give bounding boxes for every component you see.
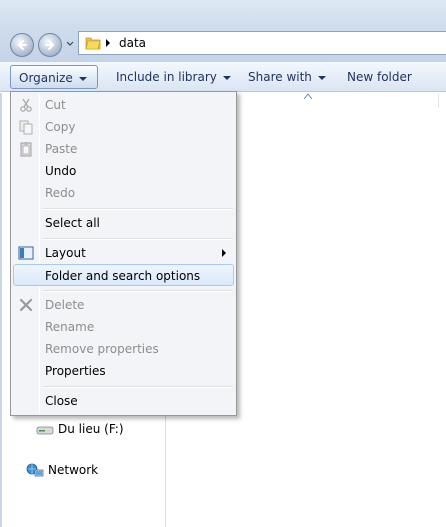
- new-folder-label: New folder: [347, 70, 412, 84]
- scissors-icon: [20, 98, 32, 112]
- menu-separator: [43, 290, 233, 292]
- menu-item-cut[interactable]: Cut: [13, 94, 234, 116]
- menu-item-label: Select all: [45, 216, 100, 230]
- address-field[interactable]: data: [78, 31, 446, 55]
- menu-item-rename[interactable]: Rename: [13, 316, 234, 338]
- forward-button[interactable]: [38, 33, 62, 57]
- menu-item-label: Cut: [45, 98, 66, 112]
- chevron-down-icon: [222, 75, 231, 80]
- organize-label: Organize: [19, 71, 73, 85]
- organize-menu: Cut Copy Paste Undo Redo Select all Layo…: [10, 91, 237, 416]
- menu-item-close[interactable]: Close: [13, 390, 234, 412]
- submenu-arrow-icon: [222, 249, 226, 257]
- menu-item-label: Close: [45, 394, 78, 408]
- menu-item-label: Remove properties: [45, 342, 159, 356]
- menu-item-label: Rename: [45, 320, 95, 334]
- menu-item-paste[interactable]: Paste: [13, 138, 234, 160]
- new-folder-button[interactable]: New folder: [339, 65, 420, 89]
- menu-item-label: Delete: [45, 298, 85, 312]
- menu-item-label: Copy: [45, 120, 76, 134]
- delete-x-icon: [19, 298, 33, 312]
- menu-item-redo[interactable]: Redo: [13, 182, 234, 204]
- recent-pages-chevron-icon[interactable]: [66, 40, 74, 48]
- menu-separator: [43, 386, 233, 388]
- include-in-library-label: Include in library: [116, 70, 217, 84]
- menu-item-folder-search-options[interactable]: Folder and search options: [13, 264, 234, 286]
- forward-arrow-icon: [45, 40, 55, 50]
- sort-ascending-icon: [304, 93, 312, 99]
- menu-separator: [43, 238, 233, 240]
- menu-item-label: Properties: [45, 364, 106, 378]
- chevron-down-icon: [317, 75, 326, 80]
- back-arrow-icon: [17, 40, 27, 50]
- organize-button[interactable]: Organize: [10, 65, 98, 89]
- menu-item-label: Redo: [45, 186, 76, 200]
- menu-separator: [43, 208, 233, 210]
- share-with-label: Share with: [248, 70, 312, 84]
- column-header-divider[interactable]: [438, 94, 439, 108]
- network-icon: [26, 463, 44, 477]
- menu-item-label: Folder and search options: [45, 269, 201, 283]
- copy-icon: [19, 120, 33, 135]
- clipboard-icon: [20, 142, 32, 157]
- window-left-edge: [0, 93, 2, 527]
- folder-icon: [85, 37, 101, 50]
- menu-item-copy[interactable]: Copy: [13, 116, 234, 138]
- menu-item-label: Paste: [45, 142, 78, 156]
- share-with-button[interactable]: Share with: [240, 65, 334, 89]
- chevron-down-icon: [78, 76, 87, 81]
- menu-item-remove-properties[interactable]: Remove properties: [13, 338, 234, 360]
- breadcrumb-separator-icon[interactable]: [105, 39, 111, 47]
- hard-drive-icon: [36, 426, 54, 435]
- menu-item-label: Layout: [45, 246, 86, 260]
- menu-item-delete[interactable]: Delete: [13, 294, 234, 316]
- menu-item-label: Undo: [45, 164, 77, 178]
- menu-item-properties[interactable]: Properties: [13, 360, 234, 382]
- nav-item-label: Network: [48, 463, 99, 477]
- menu-item-select-all[interactable]: Select all: [13, 212, 234, 234]
- layout-icon: [18, 246, 34, 260]
- include-in-library-button[interactable]: Include in library: [108, 65, 239, 89]
- menu-item-layout[interactable]: Layout: [13, 242, 234, 264]
- address-bar-area: data: [0, 0, 446, 62]
- menu-item-undo[interactable]: Undo: [13, 160, 234, 182]
- command-bar: Organize Include in library Share with N…: [0, 62, 446, 92]
- nav-item-label: Du lieu (F:): [58, 422, 124, 436]
- breadcrumb-current[interactable]: data: [119, 36, 146, 50]
- back-button[interactable]: [10, 33, 34, 57]
